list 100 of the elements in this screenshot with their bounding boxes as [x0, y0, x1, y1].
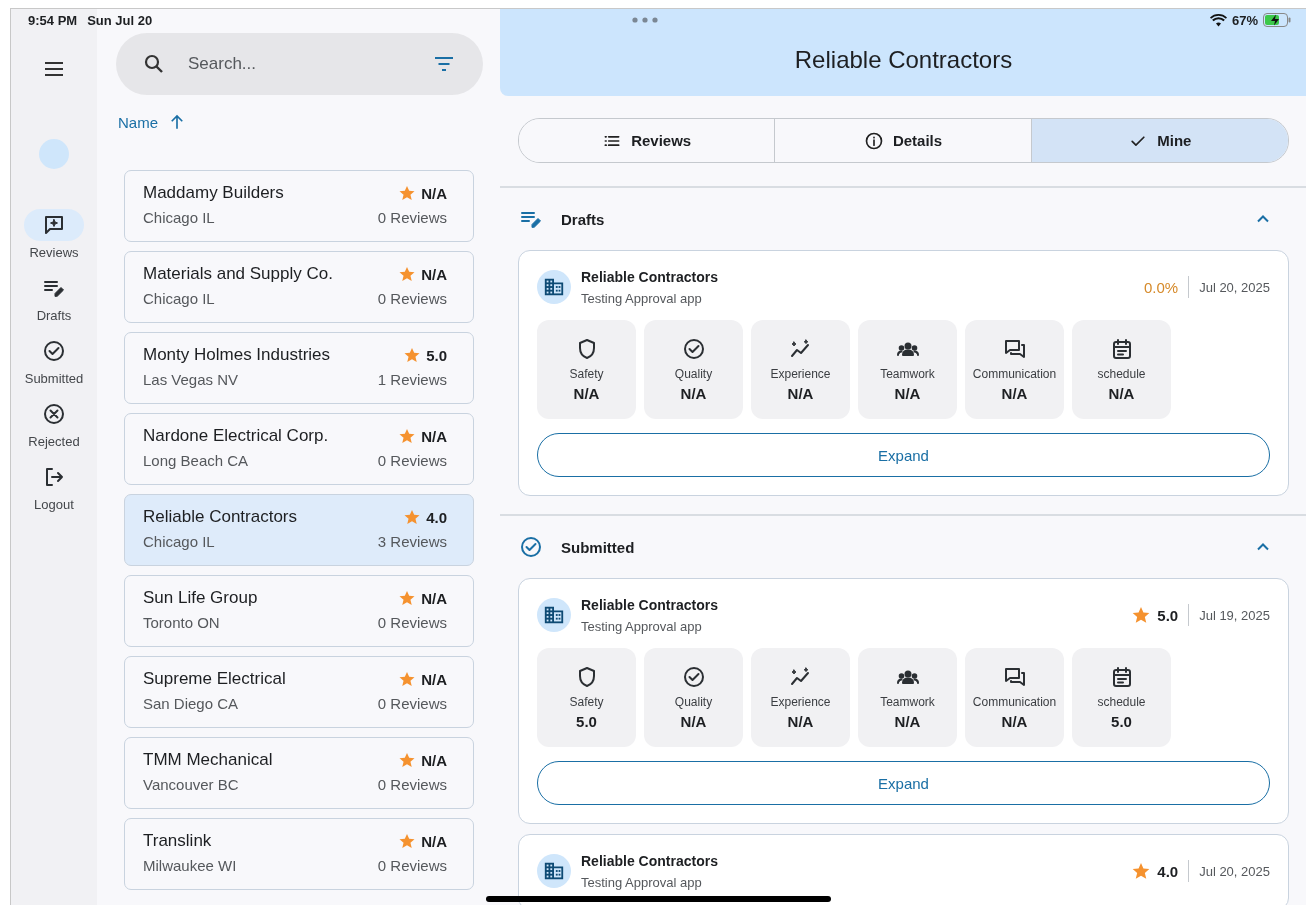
review-count: 0 Reviews [377, 776, 447, 793]
review-count: 0 Reviews [377, 452, 447, 469]
review-date: Jul 19, 2025 [1199, 607, 1270, 623]
building-icon [537, 270, 571, 304]
metric-label: Quality [674, 367, 713, 381]
contractor-card[interactable]: TMM Mechanical N/A Vancouver BC 0 Reviews [124, 737, 474, 809]
metric-value: N/A [1108, 385, 1135, 402]
metric-label: Teamwork [880, 367, 935, 381]
nav-item[interactable]: Submitted [24, 335, 84, 386]
metric-value: N/A [894, 713, 921, 730]
star-icon [398, 589, 417, 607]
contractor-name: Translink [143, 831, 212, 851]
star-icon [1131, 605, 1152, 625]
status-date: Sun Jul 20 [87, 12, 153, 28]
star-icon [1131, 861, 1152, 881]
contractor-name: Sun Life Group [143, 588, 258, 608]
contractor-name: Supreme Electrical [143, 669, 286, 689]
review-subtitle: Testing Approval app [581, 618, 703, 634]
review-count: 3 Reviews [377, 533, 447, 550]
tab[interactable]: Mine [1031, 119, 1288, 162]
contractor-location: Toronto ON [143, 614, 220, 631]
metric-value: N/A [680, 385, 707, 402]
contractor-name: Nardone Electrical Corp. [143, 426, 329, 446]
star-icon [403, 508, 422, 526]
expand-button[interactable]: Expand [537, 761, 1270, 805]
check-circle-icon [519, 535, 543, 559]
metric-value: N/A [787, 385, 814, 402]
metric-label: Experience [770, 367, 831, 381]
nav-item[interactable]: Rejected [24, 398, 84, 449]
check-circle-icon [681, 337, 706, 361]
rating-value: N/A [421, 265, 447, 283]
metric-label: Experience [770, 695, 831, 709]
metric-value: N/A [1001, 713, 1028, 730]
wifi-icon [1209, 13, 1227, 27]
metric-label: schedule [1097, 695, 1146, 709]
metric-value: N/A [787, 713, 814, 730]
review-title: Reliable Contractors [581, 852, 719, 869]
review-count: 0 Reviews [377, 209, 447, 226]
review-date: Jul 20, 2025 [1199, 863, 1270, 879]
metric-label: Safety [569, 367, 604, 381]
contractor-card[interactable]: Nardone Electrical Corp. N/A Long Beach CA 0 Reviews [124, 413, 474, 485]
progress-percent: 0.0% [1143, 278, 1179, 296]
contractor-card[interactable]: Sun Life Group N/A Toronto ON 0 Reviews [124, 575, 474, 647]
battery-percent: 67% [1231, 12, 1258, 28]
review-count: 0 Reviews [377, 857, 447, 874]
chat-icon [1002, 665, 1027, 689]
expand-button[interactable]: Expand [537, 433, 1270, 477]
review-title: Reliable Contractors [581, 268, 719, 285]
contractor-card[interactable]: Supreme Electrical N/A San Diego CA 0 Reviews [124, 656, 474, 728]
search-field[interactable]: Search... [186, 53, 412, 75]
contractor-card[interactable]: Monty Holmes Industries 5.0 Las Vegas NV 1 Reviews [124, 332, 474, 404]
section-title: Drafts [561, 210, 606, 228]
contractor-location: Chicago IL [143, 290, 215, 307]
building-icon [537, 598, 571, 632]
section-title: Submitted [561, 538, 636, 556]
metric-value: 5.0 [576, 713, 597, 730]
info-icon [863, 130, 884, 151]
review-count: 0 Reviews [377, 290, 447, 307]
star-icon [403, 346, 422, 364]
cancel-circle-icon [42, 402, 66, 426]
star-icon [398, 265, 417, 283]
contractor-card[interactable]: Translink N/A Milwaukee WI 0 Reviews [124, 818, 474, 890]
metric-value: N/A [1001, 385, 1028, 402]
contractor-card[interactable]: Reliable Contractors 4.0 Chicago IL 3 Reviews [124, 494, 474, 566]
metric-value: N/A [680, 713, 707, 730]
rating-value: 5.0 [1157, 606, 1179, 624]
metric-label: schedule [1097, 367, 1146, 381]
star-icon [398, 751, 417, 769]
rating-value: N/A [421, 184, 447, 202]
contractor-card[interactable]: Materials and Supply Co. N/A Chicago IL 0 Reviews [124, 251, 474, 323]
check-circle-icon [42, 339, 66, 363]
rating-value: N/A [421, 670, 447, 688]
metric-label: Teamwork [880, 695, 935, 709]
status-time: 9:54 PM [28, 12, 78, 28]
sort-button[interactable]: Name [116, 113, 188, 131]
contractor-name: TMM Mechanical [143, 750, 273, 770]
metric-value: N/A [573, 385, 600, 402]
contractor-card[interactable]: Maddamy Builders N/A Chicago IL 0 Reviews [124, 170, 474, 242]
review-count: 0 Reviews [377, 614, 447, 631]
contractor-location: Milwaukee WI [143, 857, 237, 874]
contractor-location: Long Beach CA [143, 452, 249, 469]
nav-item[interactable]: Logout [24, 461, 84, 512]
metric-value: 5.0 [1111, 713, 1132, 730]
tab[interactable]: Reviews [519, 119, 776, 162]
rating-value: N/A [421, 427, 447, 445]
rating-value: 4.0 [1157, 862, 1179, 880]
rating-value: N/A [421, 751, 447, 769]
contractor-location: Chicago IL [143, 209, 215, 226]
metric-label: Communication [972, 695, 1057, 709]
star-icon [398, 670, 417, 688]
star-icon [398, 184, 417, 202]
contractor-location: Las Vegas NV [143, 371, 239, 388]
multitasking-dots-icon [632, 17, 659, 23]
chat-icon [1002, 337, 1027, 361]
review-subtitle: Testing Approval app [581, 874, 703, 890]
contractor-name: Reliable Contractors [143, 507, 297, 527]
contractor-location: Vancouver BC [143, 776, 239, 793]
contractor-name: Maddamy Builders [143, 183, 284, 203]
star-icon [398, 832, 417, 850]
nav-item[interactable]: Drafts [24, 272, 84, 323]
